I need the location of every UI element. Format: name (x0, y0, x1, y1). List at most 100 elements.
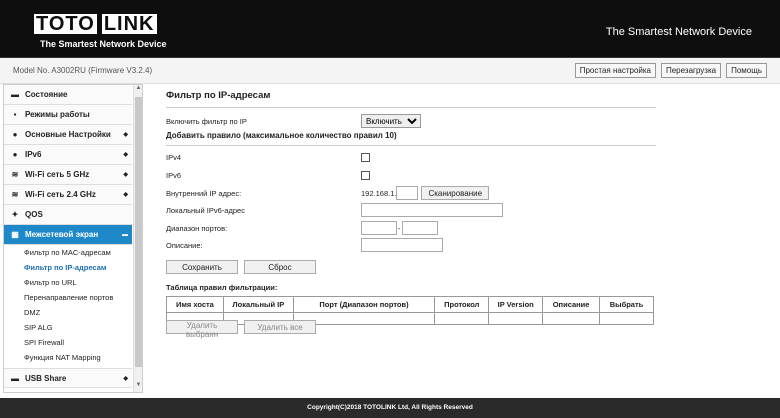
logo-text-right: LINK (101, 13, 157, 35)
sidebar-subitem-spi-firewall[interactable]: SPI Firewall (4, 335, 132, 350)
globe-icon: ● (12, 150, 18, 159)
sidebar-subitem-nat-mapping[interactable]: Функция NAT Mapping (4, 350, 132, 365)
ipv6-label: IPv6 (166, 171, 182, 180)
expand-icon: ◆ (123, 132, 128, 138)
totolink-logo: TOTO LINK The Smartest Network Device (33, 14, 167, 49)
footer-copyright: Copyright(C)2018 TOTOLINK Ltd, All Right… (0, 398, 780, 418)
scroll-down-icon[interactable]: ▼ (134, 382, 142, 392)
save-button[interactable]: Сохранить (166, 260, 238, 274)
page-title: Фильтр по IP-адресам (166, 90, 656, 108)
sidebar: ▬ Состояние ▪ Режимы работы ● Основные Наст… (3, 84, 143, 393)
sidebar-item-wifi-5ghz[interactable]: ≋ Wi-Fi сеть 5 GHz ◆ (4, 165, 132, 185)
firewall-icon: ▦ (11, 230, 19, 239)
local-ipv6-row: Локальный IPv6-адрес (166, 203, 503, 217)
ipv4-checkbox[interactable] (361, 153, 370, 162)
scan-button[interactable]: Сканирование (421, 186, 490, 200)
sidebar-item-label: IPv6 (25, 150, 42, 159)
expand-icon: ◆ (123, 152, 128, 158)
sidebar-subitem-ip-filter[interactable]: Фильтр по IP-адресам (4, 260, 132, 275)
sidebar-item-label: Режимы работы (25, 110, 90, 119)
description-row: Описание: (166, 238, 443, 252)
description-input[interactable] (361, 238, 443, 252)
col-select: Выбрать (599, 296, 654, 313)
sidebar-item-label: USB Share (25, 373, 67, 383)
qos-icon: ✦ (11, 210, 19, 219)
col-port-range: Порт (Диапазон портов) (292, 296, 436, 313)
monitor-icon: ▬ (11, 90, 19, 99)
wifi-icon: ≋ (11, 190, 19, 199)
form-buttons-row: Сохранить Сброс (166, 260, 316, 274)
local-ipv6-input[interactable] (361, 203, 503, 217)
sidebar-subitem-url-filter[interactable]: Фильтр по URL (4, 275, 132, 290)
expand-icon: ◆ (123, 375, 128, 382)
description-label: Описание: (166, 240, 203, 250)
sidebar-item-label: Основные Настройки (25, 130, 111, 139)
sidebar-item-label: QOS (25, 210, 43, 219)
usb-icon: ▬ (11, 373, 19, 383)
port-range-dash: - (398, 223, 401, 233)
scroll-up-icon[interactable]: ▲ (134, 85, 142, 95)
sidebar-item-ipv6[interactable]: ● IPv6 ◆ (4, 145, 132, 165)
scroll-thumb[interactable] (135, 97, 142, 367)
sidebar-item-status[interactable]: ▬ Состояние (4, 85, 132, 105)
table-header-row: Имя хоста Локальный IP Порт (Диапазон по… (166, 296, 654, 313)
enable-filter-select[interactable]: Включить (361, 114, 421, 128)
logo-text-left: TOTO (34, 13, 97, 35)
sidebar-item-modes[interactable]: ▪ Режимы работы (4, 105, 132, 125)
globe-icon: ● (12, 130, 18, 139)
col-ip-version: IP Version (488, 296, 544, 313)
sidebar-item-label: Wi-Fi сеть 2.4 GHz (25, 190, 96, 199)
model-bar: Model No. A3002RU (Firmware V3.2.4) Прос… (0, 58, 780, 84)
delete-all-button[interactable]: Удалить все (244, 320, 316, 334)
enable-filter-row: Включить фильтр по IP Включить (166, 114, 421, 128)
sidebar-menu: ▬ Состояние ▪ Режимы работы ● Основные Наст… (4, 85, 132, 392)
header: TOTO LINK The Smartest Network Device Th… (0, 0, 780, 58)
delete-selected-button[interactable]: Удалить выбранн (166, 320, 238, 339)
collapse-icon: ▬ (122, 231, 128, 238)
ip-last-octet-input[interactable] (396, 186, 419, 200)
sidebar-item-wifi-24ghz[interactable]: ≋ Wi-Fi сеть 2.4 GHz ◆ (4, 185, 132, 205)
sidebar-subitem-sip-alg[interactable]: SIP ALG (4, 320, 132, 335)
ipv6-row: IPv6 (166, 171, 370, 180)
internal-ip-label: Внутренний IP адрес: (166, 188, 242, 198)
sidebar-subitem-mac-filter[interactable]: Фильтр по MAC-адресам (4, 245, 132, 260)
quick-setup-button[interactable]: Простая настройка (574, 63, 656, 78)
tagline: The Smartest Network Device (605, 26, 752, 38)
sidebar-scrollbar[interactable]: ▲ ▼ (133, 85, 142, 392)
port-range-row: Диапазон портов: - (166, 221, 438, 235)
port-range-label: Диапазон портов: (166, 223, 228, 233)
add-rule-title: Добавить правило (максимальное количеств… (166, 131, 656, 146)
wifi-icon: ≋ (11, 170, 19, 179)
sidebar-item-label: Межсетевой экран (25, 230, 99, 239)
sidebar-item-basic-settings[interactable]: ● Основные Настройки ◆ (4, 125, 132, 145)
enable-filter-label: Включить фильтр по IP (166, 116, 247, 126)
ip-prefix: 192.168.1. (361, 188, 397, 198)
help-button[interactable]: Помощь (726, 63, 767, 78)
reset-button[interactable]: Сброс (244, 260, 316, 274)
expand-icon: ◆ (123, 172, 128, 178)
internal-ip-row: Внутренний IP адрес: 192.168.1. Сканиров… (166, 186, 490, 200)
port-start-input[interactable] (361, 221, 397, 235)
col-hostname: Имя хоста (166, 296, 224, 313)
ipv4-label: IPv4 (166, 153, 182, 162)
sidebar-item-qos[interactable]: ✦ QOS (4, 205, 132, 225)
sidebar-item-label: Состояние (25, 90, 68, 99)
sidebar-item-firewall[interactable]: ▦ Межсетевой экран ▬ (4, 225, 132, 245)
col-description: Описание (542, 296, 601, 313)
mode-icon: ▪ (13, 110, 17, 119)
port-end-input[interactable] (401, 221, 438, 235)
table-title: Таблица правил фильтрации: (166, 283, 278, 292)
reboot-button[interactable]: Перезагрузка (660, 63, 722, 78)
sidebar-item-label: Wi-Fi сеть 5 GHz (25, 170, 90, 179)
col-local-ip: Локальный IP (222, 296, 294, 313)
ipv6-checkbox[interactable] (361, 171, 370, 180)
model-number: Model No. A3002RU (Firmware V3.2.4) (13, 66, 153, 75)
sidebar-item-usb-share[interactable]: ▬ USB Share ◆ (4, 368, 132, 388)
local-ipv6-label: Локальный IPv6-адрес (166, 205, 245, 215)
col-protocol: Протокол (434, 296, 490, 313)
ipv4-row: IPv4 (166, 153, 370, 162)
expand-icon: ◆ (123, 192, 128, 198)
logo-subtitle: The Smartest Network Device (40, 39, 167, 49)
sidebar-subitem-dmz[interactable]: DMZ (4, 305, 132, 320)
sidebar-subitem-port-forwarding[interactable]: Перенаправление портов (4, 290, 132, 305)
